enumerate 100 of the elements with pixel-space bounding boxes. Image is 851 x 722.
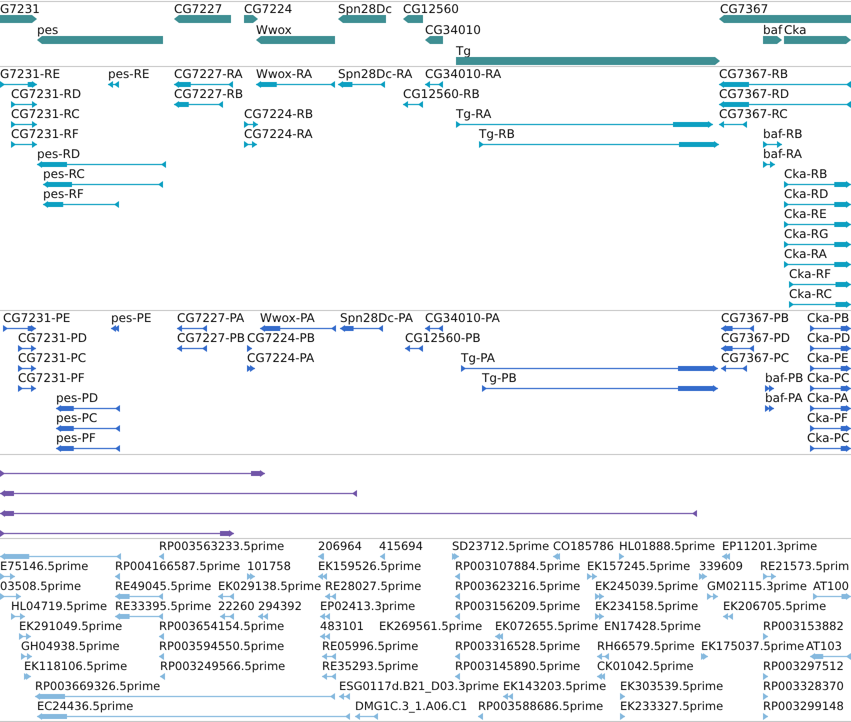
transcript-label: CG7231-RF <box>11 127 79 141</box>
est-label: 03508.5prime <box>0 579 82 593</box>
est-label: RP003623216.5prime <box>455 579 580 593</box>
est-label: AT103 <box>806 639 842 653</box>
gene-label: Cka <box>784 23 806 37</box>
transcript-label: Tg-RB <box>479 127 515 141</box>
est-label: EP02413.3prime <box>320 599 416 613</box>
est-label: EK269561.5prime <box>379 619 482 633</box>
est-label: RP003156209.5prime <box>455 599 580 613</box>
protein-label: CG7231-PC <box>18 351 86 365</box>
est-label: RP003299148 <box>763 699 844 713</box>
transcript-label: CG12560-RB <box>403 87 480 101</box>
gene-label: CG7227 <box>174 2 222 16</box>
protein-label: Cka-PD <box>807 331 850 345</box>
est-label: RH66579.5prime <box>597 639 695 653</box>
transcript-label: pes-RE <box>108 67 150 81</box>
est-label: EK206705.5prime <box>723 599 826 613</box>
gene-label: CG12560 <box>403 2 459 16</box>
est-label: 415694 <box>379 539 423 553</box>
est-label: E75146.5prime <box>0 559 88 573</box>
protein-label: Spn28Dc-PA <box>340 311 413 325</box>
est-label: EK175037.5prime <box>701 639 804 653</box>
protein-label: Tg-PB <box>482 371 517 385</box>
est-label: EK234158.5prime <box>595 599 698 613</box>
est-label: RE28027.5prime <box>325 579 422 593</box>
est-label: RP003249566.5prime <box>160 659 286 673</box>
protein-label: CG12560-PB <box>405 331 481 345</box>
est-label: HL04719.5prime <box>11 599 108 613</box>
est-label: EK291049.5prime <box>19 619 122 633</box>
gene-label: CG7367 <box>720 2 768 16</box>
protein-label: baf-PB <box>765 371 804 385</box>
est-label: RP003594550.5prime <box>159 639 284 653</box>
transcript-label: G7231-RE <box>0 67 60 81</box>
est-label: CK01042.5prime <box>597 659 694 673</box>
est-label: 101758 <box>247 559 291 573</box>
transcript-label: CG7367-RD <box>719 87 790 101</box>
est-label: EK029138.5prime <box>218 579 322 593</box>
gene-label: Wwox <box>256 23 292 37</box>
transcript-label: pes-RF <box>43 187 84 201</box>
est-label: EK303539.5prime <box>620 679 724 693</box>
protein-label: CG7224-PB <box>247 331 316 345</box>
est-label: 206964 <box>318 539 362 553</box>
transcript-label: Spn28Dc-RA <box>338 67 412 81</box>
protein-label: CG7224-PA <box>247 351 314 365</box>
est-label: SD23712.5prime <box>452 539 550 553</box>
est-label: RE21573.5prim <box>760 559 850 573</box>
est-label: EK245039.5prime <box>595 579 698 593</box>
est-label: EK157245.5prime <box>587 559 690 573</box>
transcript-label: CG7231-RC <box>11 107 80 121</box>
est-label: EK159526.5prime <box>318 559 422 573</box>
est-label: EN17428.5prime <box>604 619 701 633</box>
transcript-label: Cka-RE <box>784 207 827 221</box>
transcript-label: pes-RD <box>37 147 80 161</box>
transcript-label: CG7224-RA <box>244 127 313 141</box>
est-label: 483101 <box>320 619 364 633</box>
est-label: RP003153882 <box>763 619 844 633</box>
gene-label: baf <box>763 23 782 37</box>
est-label: RP003563233.5prime <box>159 539 284 553</box>
transcript-label: CG34010-RA <box>425 67 502 81</box>
est-label: EK233327.5prime <box>620 699 724 713</box>
protein-label: pes-PE <box>111 311 152 325</box>
est-label: EC24436.5prime <box>37 699 134 713</box>
est-label: EP11201.3prime <box>722 539 818 553</box>
est-label: HL01888.5prime <box>619 539 716 553</box>
est-label: RP003297512 <box>763 659 844 673</box>
protein-label: CG7231-PE <box>3 311 70 325</box>
transcript-label: Tg-RA <box>456 107 492 121</box>
protein-label: CG7231-PF <box>18 371 85 385</box>
gene-label: Tg <box>456 44 471 58</box>
protein-label: CG7367-PC <box>721 351 790 365</box>
est-label: AT100 <box>813 579 849 593</box>
transcript-label: Cka-RD <box>784 187 828 201</box>
protein-label: pes-PD <box>56 391 98 405</box>
protein-label: Wwox-PA <box>260 311 315 325</box>
transcript-label: Cka-RG <box>784 227 828 241</box>
est-label: RP003316528.5prime <box>455 639 580 653</box>
protein-label: Cka-PC <box>807 371 850 385</box>
protein-label: pes-PF <box>56 431 96 445</box>
protein-label: Cka-PA <box>807 391 848 405</box>
est-label: EK143203.5prime <box>503 679 606 693</box>
est-label: RE49045.5prime <box>115 579 212 593</box>
est-label: RP003669326.5prime <box>35 679 160 693</box>
est-label: RP003588686.5prime <box>478 699 604 713</box>
est-label: EK072655.5prime <box>495 619 598 633</box>
protein-label: baf-PA <box>765 391 803 405</box>
transcript-label: Cka-RA <box>784 247 827 261</box>
transcript-label: CG7367-RC <box>719 107 788 121</box>
protein-label: Cka-PF <box>807 411 848 425</box>
protein-label: CG7227-PB <box>177 331 246 345</box>
est-label: GH04938.5prime <box>21 639 120 653</box>
est-label: 294392 <box>258 599 302 613</box>
est-label: RE05996.5prime <box>322 639 418 653</box>
transcript-label: CG7231-RD <box>11 87 82 101</box>
protein-label: Cka-PC <box>807 431 850 445</box>
protein-label: CG7227-PA <box>177 311 244 325</box>
est-label: EK118106.5prime <box>24 659 128 673</box>
transcript-label: CG7227-RA <box>174 67 243 81</box>
est-label: RP003654154.5prime <box>159 619 284 633</box>
transcript-label: CG7227-RB <box>174 87 244 101</box>
gene-label: CG34010 <box>425 23 481 37</box>
